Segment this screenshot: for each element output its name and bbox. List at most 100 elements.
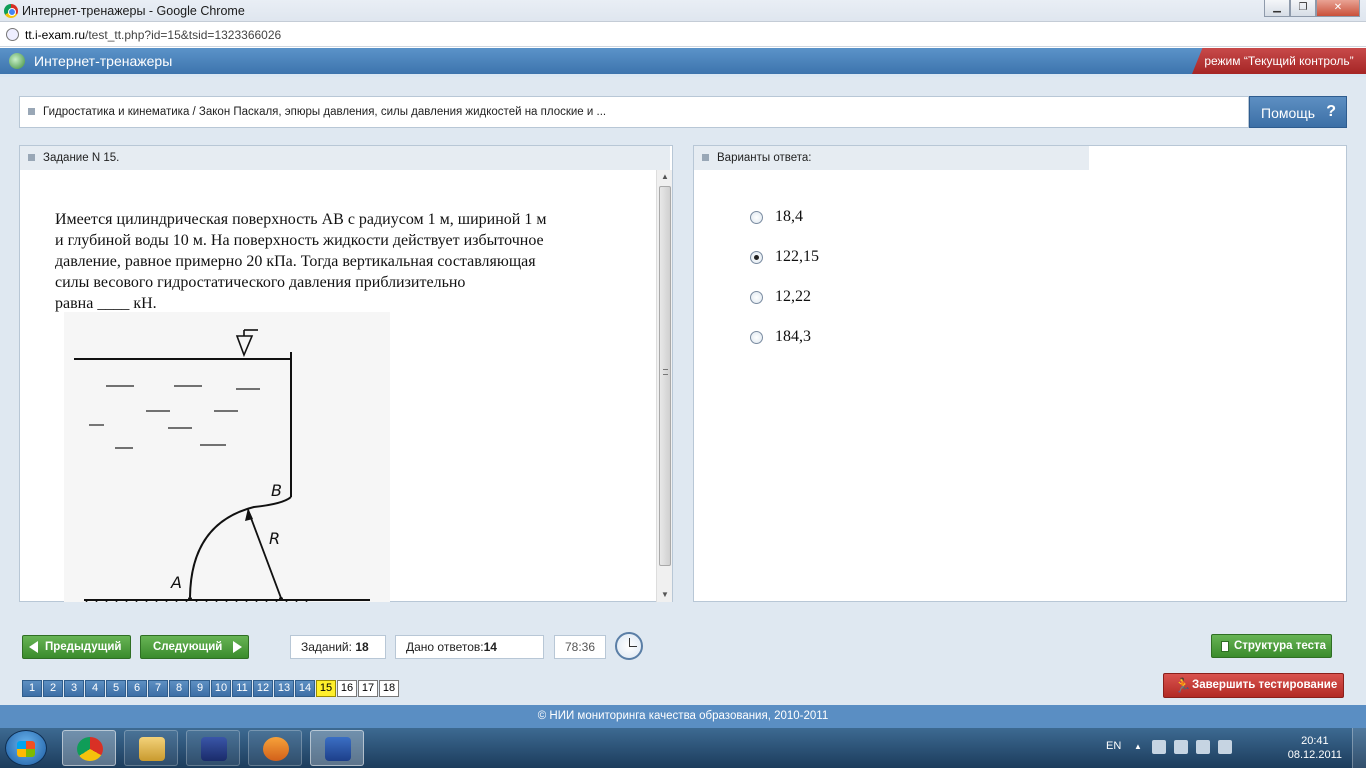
page-navigator: 1 2 3 4 5 6 7 8 9 10 11 12 13 14 15 16 17 18 [22, 680, 399, 697]
chrome-icon [77, 737, 103, 761]
word-icon [325, 737, 351, 761]
show-desktop-button[interactable] [1352, 728, 1366, 768]
page-button-10[interactable]: 10 [211, 680, 231, 697]
taskbar-chrome[interactable] [62, 730, 116, 766]
arrow-right-icon [233, 641, 242, 653]
question-line: давление, равное примерно 20 кПа. Тогда … [55, 253, 536, 270]
answers-title: Варианты ответа: [717, 152, 812, 164]
mode-badge: режим “Текущий контроль” [1192, 48, 1366, 74]
page-button-7[interactable]: 7 [148, 680, 168, 697]
maximize-button[interactable]: ❐ [1290, 0, 1316, 17]
help-label: Помощь [1261, 105, 1316, 121]
network-icon[interactable] [1196, 740, 1210, 754]
task-panel: Задание N 15. Имеется цилиндрическая пов… [19, 145, 673, 602]
page-button-4[interactable]: 4 [85, 680, 105, 697]
answered-count: 14 [483, 640, 497, 654]
prev-button[interactable]: Предыдущий [22, 635, 131, 659]
page-button-16[interactable]: 16 [337, 680, 357, 697]
page-button-17[interactable]: 17 [358, 680, 378, 697]
page-button-9[interactable]: 9 [190, 680, 210, 697]
page-button-8[interactable]: 8 [169, 680, 189, 697]
system-tray: EN ▲ 20:41 08.12.2011 [1096, 728, 1366, 768]
question-text: Имеется цилиндрическая поверхность АВ с … [55, 209, 625, 314]
windows-logo-icon [17, 741, 35, 757]
device-icon[interactable] [1174, 740, 1188, 754]
taskbar-word[interactable] [310, 730, 364, 766]
page-button-11[interactable]: 11 [232, 680, 252, 697]
taskbar-floppy[interactable] [186, 730, 240, 766]
taskbar-explorer[interactable] [124, 730, 178, 766]
test-structure-button[interactable]: Структура теста [1211, 634, 1332, 658]
radio-button[interactable] [750, 330, 763, 344]
url-text[interactable]: tt.i-exam.ru/test_tt.php?id=15&tsid=1323… [25, 28, 281, 42]
volume-icon[interactable] [1218, 740, 1232, 754]
task-scrollbar[interactable]: ▲ ▼ [656, 170, 672, 602]
tray-expand-icon[interactable]: ▲ [1134, 742, 1142, 751]
page-button-14[interactable]: 14 [295, 680, 315, 697]
bullet-icon [28, 154, 35, 162]
page-button-18[interactable]: 18 [379, 680, 399, 697]
floppy-icon [201, 737, 227, 761]
page-button-6[interactable]: 6 [127, 680, 147, 697]
tasks-count: 18 [355, 640, 369, 654]
language-indicator[interactable]: EN [1106, 740, 1121, 752]
answer-panel: Варианты ответа: 18,4 122,15 12,22 184,3 [693, 145, 1347, 602]
radio-button[interactable] [750, 290, 763, 304]
clock-readout[interactable]: 20:41 08.12.2011 [1288, 734, 1342, 762]
windows-taskbar: EN ▲ 20:41 08.12.2011 [0, 728, 1366, 768]
clock-date: 08.12.2011 [1287, 749, 1342, 761]
bullet-icon [28, 108, 35, 116]
task-header: Задание N 15. [20, 146, 670, 170]
globe-logo-icon [9, 53, 25, 69]
cylindrical-surface-figure: A B R [64, 312, 390, 602]
question-line: и глубиной воды 10 м. На поверхность жид… [55, 232, 544, 249]
page-button-15[interactable]: 15 [316, 680, 336, 697]
page-info-icon[interactable] [6, 28, 19, 41]
page-button-2[interactable]: 2 [43, 680, 63, 697]
page-button-12[interactable]: 12 [253, 680, 273, 697]
scroll-up-icon[interactable]: ▲ [657, 170, 673, 184]
start-button[interactable] [5, 730, 47, 766]
next-button[interactable]: Следующий [140, 635, 249, 659]
radio-button[interactable] [750, 250, 763, 264]
finish-test-button[interactable]: 🏃 Завершить тестирование [1163, 673, 1344, 698]
answer-option[interactable]: 12,22 [750, 288, 811, 306]
clock-time: 20:41 [1301, 735, 1329, 747]
task-number: Задание N 15. [43, 152, 120, 164]
site-header: Интернет-тренажеры режим “Текущий контро… [0, 48, 1366, 74]
action-center-icon[interactable] [1152, 740, 1166, 754]
answers-header: Варианты ответа: [694, 146, 1089, 170]
prev-label: Предыдущий [45, 641, 122, 653]
scroll-thumb[interactable] [659, 186, 671, 566]
answer-option[interactable]: 122,15 [750, 248, 819, 266]
radio-button[interactable] [750, 210, 763, 224]
bullet-icon [702, 154, 709, 162]
answer-option[interactable]: 18,4 [750, 208, 803, 226]
close-button[interactable]: ✕ [1316, 0, 1360, 17]
footer-copyright: © НИИ мониторинга качества образования, … [0, 705, 1366, 728]
page-button-13[interactable]: 13 [274, 680, 294, 697]
answered-counter: Дано ответов:14 [395, 635, 544, 659]
answer-label: 184,3 [775, 328, 811, 345]
answer-option[interactable]: 184,3 [750, 328, 811, 346]
breadcrumb: Гидростатика и кинематика / Закон Паскал… [19, 96, 1249, 128]
page-button-5[interactable]: 5 [106, 680, 126, 697]
taskbar-media[interactable] [248, 730, 302, 766]
question-line: равна ____ кН. [55, 295, 157, 312]
site-name: Интернет-тренажеры [34, 53, 173, 69]
radius-label: R [269, 529, 280, 548]
question-line: силы весового гидростатического давления… [55, 274, 466, 291]
scroll-down-icon[interactable]: ▼ [657, 588, 673, 602]
page-button-3[interactable]: 3 [64, 680, 84, 697]
address-bar[interactable]: tt.i-exam.ru/test_tt.php?id=15&tsid=1323… [0, 23, 1366, 47]
answer-label: 12,22 [775, 288, 811, 305]
help-button[interactable]: Помощь ? [1249, 96, 1347, 128]
minimize-button[interactable]: ▁ [1264, 0, 1290, 17]
question-mark-icon: ? [1326, 103, 1336, 120]
point-b-label: B [271, 481, 282, 500]
list-icon [1221, 641, 1229, 652]
answer-label: 18,4 [775, 208, 803, 225]
window-title: Интернет-тренажеры - Google Chrome [22, 4, 245, 18]
page-button-1[interactable]: 1 [22, 680, 42, 697]
media-player-icon [263, 737, 289, 761]
